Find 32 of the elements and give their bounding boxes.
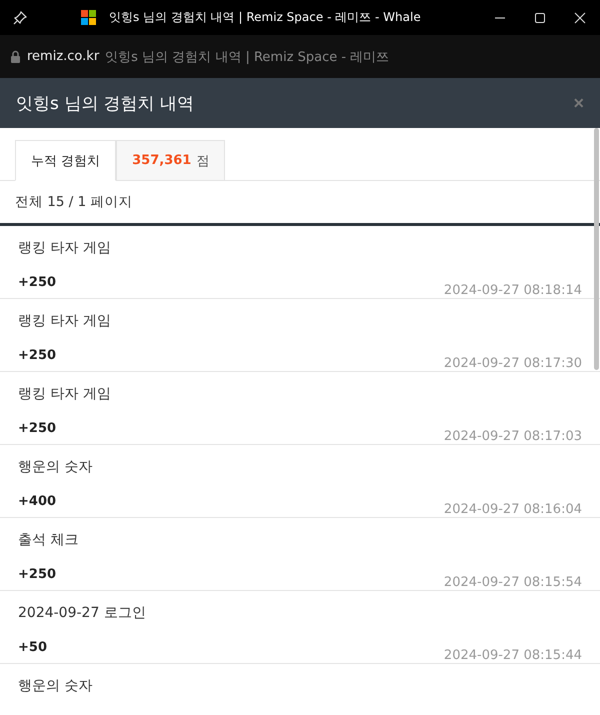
- entry-title: 랭킹 타자 게임: [18, 385, 112, 404]
- lock-icon: [10, 50, 21, 63]
- entry-points: +50: [18, 640, 48, 656]
- entry-time: 2024-09-27 08:15:44: [444, 648, 582, 663]
- entry-time: 2024-09-27 08:18:14: [444, 283, 582, 298]
- entry-time: 2024-09-27 08:17:30: [444, 356, 582, 371]
- entry-title: 랭킹 타자 게임: [18, 239, 112, 258]
- tab[interactable]: 누적 경험치: [15, 140, 116, 181]
- window-title: 잇힝s 님의 경험치 내역 | Remiz Space - 레미쯔 - Whale: [109, 9, 421, 26]
- entry-title: 랭킹 타자 게임: [18, 312, 112, 331]
- window-logo-icon: [81, 10, 96, 25]
- entry-title: 2024-09-27 로그인: [18, 604, 147, 623]
- pin-icon[interactable]: [13, 10, 27, 24]
- entry-title: 행운의 숫자: [18, 458, 94, 477]
- entry-title: 행운의 숫자: [18, 677, 94, 696]
- page-title: 잇힝s 님의 경험치 내역 | Remiz Space - 레미쯔: [105, 48, 390, 66]
- entry-points: +250: [18, 274, 58, 292]
- entry-points: +250: [18, 566, 58, 584]
- entry-time: 2024-09-27 08:17:03: [444, 429, 582, 444]
- close-icon[interactable]: [574, 12, 586, 24]
- scrollbar-thumb[interactable]: [594, 128, 599, 370]
- entry-points: +250: [18, 348, 58, 364]
- entry-time: 2024-09-27 08:15:54: [444, 575, 582, 590]
- entry-points: +250: [18, 420, 58, 438]
- page-summary: 전체 15 / 1 페이지: [0, 181, 600, 226]
- entry-title: 출석 체크: [18, 531, 80, 550]
- entry-points: +400: [18, 494, 58, 510]
- maximize-icon[interactable]: [534, 12, 546, 24]
- modal-title: 잇힝s 님의 경험치 내역: [16, 92, 194, 114]
- address-domain[interactable]: remiz.co.kr: [27, 49, 100, 64]
- entry-time: 2024-09-27 08:16:04: [444, 502, 582, 517]
- tab[interactable]: 357,361 점: [116, 140, 226, 181]
